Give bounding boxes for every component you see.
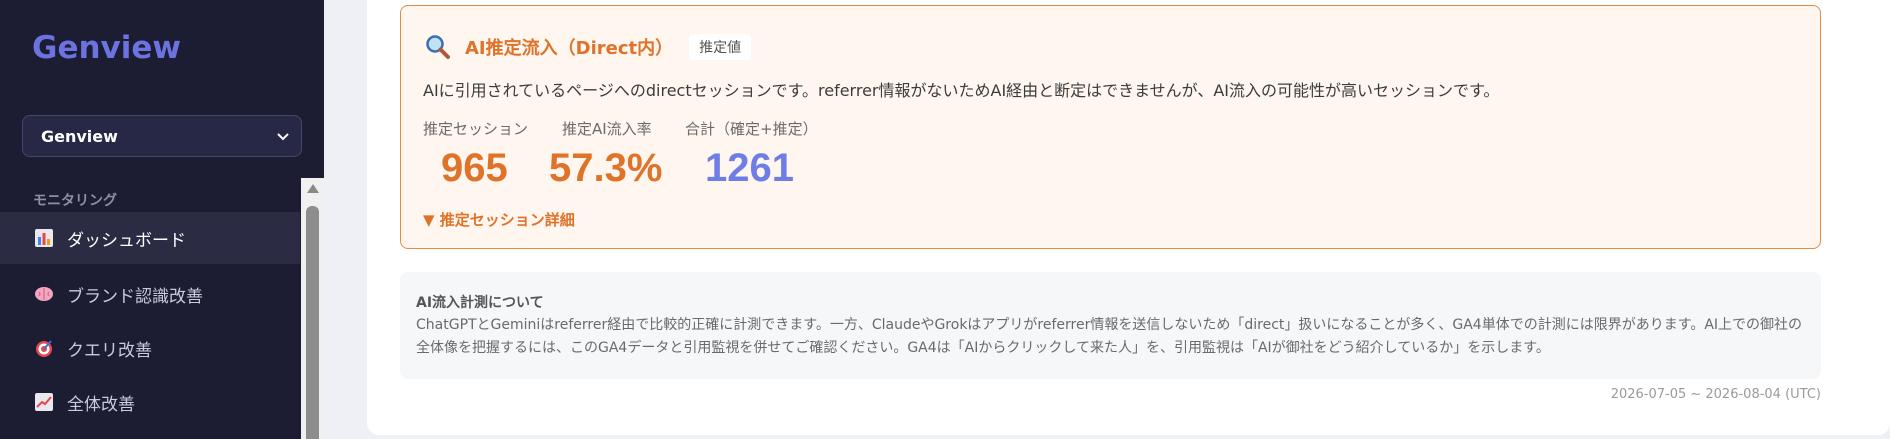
metric-value: 965: [441, 146, 508, 190]
section-label-monitoring: モニタリング: [33, 193, 117, 209]
scroll-up-arrow-icon[interactable]: [307, 184, 319, 193]
metric-label: 合計（確定+推定）: [685, 120, 818, 138]
metric-value: 57.3%: [549, 146, 663, 190]
project-select[interactable]: Genview: [22, 115, 302, 157]
brand-logo[interactable]: Genview: [32, 30, 181, 66]
estimate-badge: 推定値: [689, 34, 752, 60]
sidebar-scrollbar[interactable]: [301, 178, 324, 439]
estimated-sessions-details-toggle[interactable]: ▼ 推定セッション詳細: [423, 209, 575, 230]
metric-ai-inflow-rate: 推定AI流入率 57.3%: [549, 118, 662, 191]
card-title: AI推定流入（Direct内）: [465, 38, 674, 59]
project-select-value: Genview: [41, 126, 118, 146]
card-description: AIに引用されているページへのdirectセッションです。referrer情報が…: [423, 81, 1500, 100]
sidebar-item-label: ダッシュボード: [67, 230, 186, 251]
note-title: AI流入計測について: [416, 295, 544, 311]
date-range: 2026-07-05 ~ 2026-08-04 (UTC): [1610, 387, 1821, 402]
note-body: ChatGPTとGeminiはreferrer経由で比較的正確に計測できます。一…: [416, 317, 1803, 356]
sidebar-item-dashboard[interactable]: ダッシュボード: [0, 212, 300, 264]
ai-measurement-note: AI流入計測について ChatGPTとGeminiはreferrer経由で比較的…: [400, 272, 1821, 379]
metric-total: 合計（確定+推定） 1261: [685, 118, 818, 191]
sidebar-item-label: ブランド認識改善: [67, 286, 203, 307]
sidebar-item-query[interactable]: クエリ改善: [0, 322, 300, 374]
metric-estimated-sessions: 推定セッション 965: [423, 118, 528, 191]
metric-label: 推定AI流入率: [562, 120, 652, 138]
search-icon: [426, 35, 450, 59]
chevron-down-icon: [277, 133, 289, 141]
sidebar-item-overall[interactable]: 全体改善: [0, 376, 300, 428]
sidebar: Genview Genview モニタリング ダッシュボード ブランド認識改善: [0, 0, 324, 439]
scroll-thumb[interactable]: [306, 206, 319, 439]
brain-icon: [33, 283, 55, 305]
card-header: AI推定流入（Direct内） 推定値: [425, 34, 752, 60]
metric-value: 1261: [705, 146, 794, 190]
target-icon: [33, 337, 55, 359]
bar-chart-icon: [33, 227, 55, 249]
ai-estimated-inflow-card: AI推定流入（Direct内） 推定値 AIに引用されているページへのdirec…: [400, 5, 1821, 249]
metric-label: 推定セッション: [423, 120, 529, 138]
trend-up-icon: [33, 391, 55, 413]
sidebar-item-label: 全体改善: [67, 394, 135, 415]
sidebar-item-brand[interactable]: ブランド認識改善: [0, 268, 300, 320]
sidebar-item-label: クエリ改善: [67, 340, 152, 361]
